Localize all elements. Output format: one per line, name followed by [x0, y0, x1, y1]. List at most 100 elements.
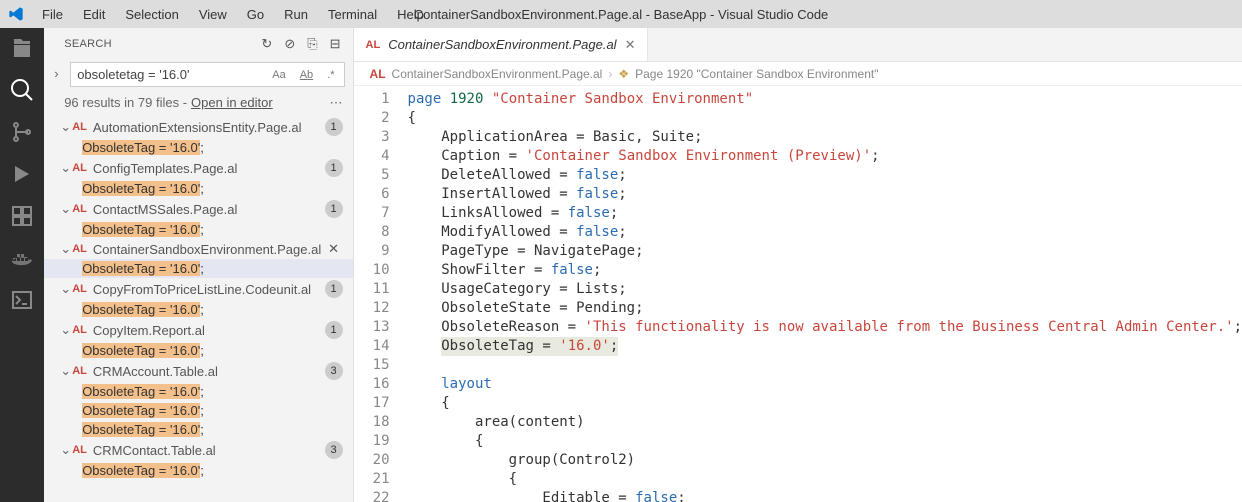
terminal-icon[interactable]	[10, 288, 34, 312]
lang-badge: AL	[72, 162, 87, 174]
match-count-badge: 3	[325, 362, 343, 380]
tab-title: ContainerSandboxEnvironment.Page.al	[388, 37, 616, 52]
match-text: ObsoleteTag = '16.0';	[82, 463, 204, 478]
match-text: ObsoleteTag = '16.0';	[82, 302, 204, 317]
results-summary: 96 results in 79 files -	[64, 95, 187, 110]
menu-go[interactable]: Go	[239, 5, 272, 24]
search-match-row[interactable]: ObsoleteTag = '16.0';	[44, 300, 352, 319]
lang-badge: AL	[370, 67, 386, 81]
lang-badge: AL	[72, 203, 87, 215]
menu-file[interactable]: File	[34, 5, 71, 24]
breadcrumb-file[interactable]: ContainerSandboxEnvironment.Page.al	[392, 67, 603, 81]
code-content[interactable]: page 1920 "Container Sandbox Environment…	[402, 86, 1242, 502]
search-match-row[interactable]: ObsoleteTag = '16.0';	[44, 401, 352, 420]
match-text: ObsoleteTag = '16.0';	[82, 222, 204, 237]
vscode-logo-icon	[8, 6, 24, 22]
search-input[interactable]	[77, 67, 269, 82]
chevron-down-icon: ⌄	[60, 281, 70, 297]
menu-edit[interactable]: Edit	[75, 5, 113, 24]
editor-area: AL ContainerSandboxEnvironment.Page.al ✕…	[354, 28, 1242, 502]
run-debug-icon[interactable]	[10, 162, 34, 186]
search-file-row[interactable]: ⌄ALContactMSSales.Page.al1	[44, 198, 352, 220]
activity-bar	[0, 28, 44, 502]
search-match-row[interactable]: ObsoleteTag = '16.0';	[44, 138, 352, 157]
file-name: CRMContact.Table.al	[93, 443, 325, 458]
lang-badge: AL	[72, 365, 87, 377]
search-results: ⌄ALAutomationExtensionsEntity.Page.al1Ob…	[44, 116, 352, 502]
menu-bar: FileEditSelectionViewGoRunTerminalHelp	[34, 5, 432, 24]
search-match-row[interactable]: ObsoleteTag = '16.0';	[44, 220, 352, 239]
title-bar: FileEditSelectionViewGoRunTerminalHelp C…	[0, 0, 1242, 28]
file-name: CRMAccount.Table.al	[93, 364, 325, 379]
search-file-row[interactable]: ⌄AL CRMContact.Table.al3	[44, 439, 352, 461]
search-file-row[interactable]: ⌄AL ContainerSandboxEnvironment.Page.al✕	[44, 239, 352, 259]
chevron-down-icon: ⌄	[60, 160, 70, 176]
editor-tabs: AL ContainerSandboxEnvironment.Page.al ✕	[354, 28, 1242, 62]
search-match-row[interactable]: ObsoleteTag = '16.0';	[44, 420, 352, 439]
explorer-icon[interactable]	[10, 36, 34, 60]
file-name: CopyItem.Report.al	[93, 323, 325, 338]
menu-run[interactable]: Run	[276, 5, 316, 24]
lang-badge: AL	[72, 243, 87, 255]
clear-icon[interactable]: ⊘	[284, 36, 295, 52]
match-text: ObsoleteTag = '16.0';	[82, 403, 204, 418]
search-file-row[interactable]: ⌄AL AutomationExtensionsEntity.Page.al1	[44, 116, 352, 138]
collapse-icon[interactable]: ⊟	[330, 36, 341, 52]
match-text: ObsoleteTag = '16.0';	[82, 343, 204, 358]
search-file-row[interactable]: ⌄ALCopyItem.Report.al1	[44, 319, 352, 341]
search-file-row[interactable]: ⌄ALCopyFromToPriceListLine.Codeunit.al1	[44, 278, 352, 300]
code-editor[interactable]: 12345678910111213141516171819202122 page…	[354, 86, 1242, 502]
chevron-right-icon: ›	[608, 67, 612, 81]
menu-selection[interactable]: Selection	[117, 5, 186, 24]
match-count-badge: 1	[325, 321, 343, 339]
open-in-editor-link[interactable]: Open in editor	[191, 95, 273, 110]
new-file-icon[interactable]: ⎘	[307, 36, 317, 52]
chevron-down-icon: ⌄	[60, 119, 70, 135]
more-icon[interactable]: ⋯	[330, 95, 343, 111]
search-match-row[interactable]: ObsoleteTag = '16.0';	[44, 382, 352, 401]
menu-terminal[interactable]: Terminal	[320, 5, 385, 24]
window-title: ContainerSandboxEnvironment.Page.al - Ba…	[414, 7, 829, 22]
lang-badge: AL	[72, 283, 87, 295]
match-count-badge: 1	[325, 200, 343, 218]
match-case-icon[interactable]: Aa	[269, 68, 288, 82]
match-text: ObsoleteTag = '16.0';	[82, 261, 204, 276]
line-gutter: 12345678910111213141516171819202122	[354, 86, 402, 502]
match-count-badge: 1	[325, 159, 343, 177]
match-count-badge: 3	[325, 441, 343, 459]
toggle-replace-icon[interactable]: ›	[54, 66, 58, 81]
symbol-icon: ❖	[618, 67, 629, 81]
file-name: ConfigTemplates.Page.al	[93, 161, 325, 176]
chevron-down-icon: ⌄	[60, 363, 70, 379]
lang-badge: AL	[72, 121, 87, 133]
breadcrumbs[interactable]: AL ContainerSandboxEnvironment.Page.al ›…	[354, 62, 1242, 86]
search-match-row[interactable]: ObsoleteTag = '16.0';	[44, 259, 352, 278]
source-control-icon[interactable]	[10, 120, 34, 144]
editor-tab[interactable]: AL ContainerSandboxEnvironment.Page.al ✕	[354, 28, 649, 61]
file-name: AutomationExtensionsEntity.Page.al	[93, 120, 325, 135]
close-icon[interactable]: ✕	[625, 37, 636, 53]
close-icon[interactable]: ✕	[325, 241, 343, 257]
lang-badge: AL	[72, 444, 87, 456]
search-match-row[interactable]: ObsoleteTag = '16.0';	[44, 341, 352, 360]
docker-icon[interactable]	[10, 246, 34, 270]
file-name: ContainerSandboxEnvironment.Page.al	[93, 242, 325, 257]
search-icon[interactable]	[10, 78, 34, 102]
breadcrumb-symbol[interactable]: Page 1920 "Container Sandbox Environment…	[635, 67, 878, 81]
search-file-row[interactable]: ⌄AL ConfigTemplates.Page.al1	[44, 157, 352, 179]
menu-view[interactable]: View	[191, 5, 235, 24]
chevron-down-icon: ⌄	[60, 241, 70, 257]
refresh-icon[interactable]: ↻	[261, 36, 272, 52]
chevron-down-icon: ⌄	[60, 442, 70, 458]
extensions-icon[interactable]	[10, 204, 34, 228]
sidebar-title: Search	[64, 38, 253, 50]
search-file-row[interactable]: ⌄AL CRMAccount.Table.al3	[44, 360, 352, 382]
search-match-row[interactable]: ObsoleteTag = '16.0';	[44, 179, 352, 198]
search-match-row[interactable]: ObsoleteTag = '16.0';	[44, 461, 352, 480]
match-count-badge: 1	[325, 118, 343, 136]
match-text: ObsoleteTag = '16.0';	[82, 181, 204, 196]
regex-icon[interactable]: .*	[324, 68, 337, 82]
match-text: ObsoleteTag = '16.0';	[82, 140, 204, 155]
file-name: ContactMSSales.Page.al	[93, 202, 325, 217]
match-word-icon[interactable]: Ab	[297, 68, 316, 82]
